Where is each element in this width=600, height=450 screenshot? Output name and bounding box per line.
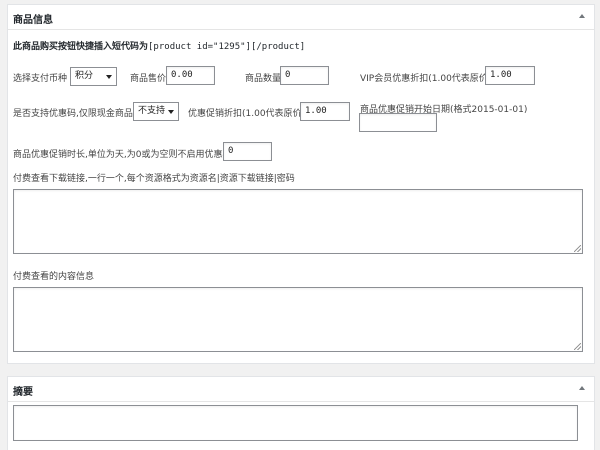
excerpt-textarea[interactable] [13, 405, 578, 441]
promo-discount-label: 优惠促销折扣(1.00代表原价) [188, 109, 306, 119]
promo-discount-input[interactable]: 1.00 [300, 102, 350, 121]
payment-currency-select[interactable]: 积分 [70, 67, 117, 86]
shortcode-line: 此商品购买按钮快捷插入短代码为[product id="1295"][/prod… [13, 39, 305, 52]
shortcode-text: 此商品购买按钮快捷插入短代码为 [13, 42, 149, 52]
triangle-up-icon[interactable] [579, 386, 585, 390]
promo-duration-input[interactable]: 0 [223, 142, 272, 161]
resize-grip-icon[interactable] [574, 343, 581, 350]
coupon-label: 是否支持优惠码,仅限现金商品 [13, 109, 133, 119]
quantity-label: 商品数量 [245, 74, 282, 84]
excerpt-title: 摘要 [13, 387, 33, 398]
price-input[interactable]: 0.00 [166, 66, 215, 85]
product-info-title: 商品信息 [13, 15, 53, 26]
shortcode-code: [product id="1295"][/product] [148, 42, 306, 52]
promo-duration-label: 商品优惠促销时长,单位为天,为0或为空则不启用优惠期 [13, 150, 232, 160]
paid-content-label: 付费查看的内容信息 [13, 272, 95, 282]
excerpt-metabox: 摘要 [7, 376, 595, 450]
chevron-down-icon [106, 75, 112, 79]
product-info-metabox: 商品信息 此商品购买按钮快捷插入短代码为[product id="1295"][… [7, 4, 595, 364]
product-info-header[interactable]: 商品信息 [8, 5, 594, 30]
paid-content-textarea[interactable] [13, 287, 583, 352]
triangle-up-icon[interactable] [579, 14, 585, 18]
payment-currency-label: 选择支付币种 [13, 74, 68, 84]
promo-start-input[interactable] [359, 113, 437, 132]
chevron-down-icon [168, 110, 174, 114]
vip-discount-input[interactable]: 1.00 [485, 66, 535, 85]
download-links-label: 付费查看下载链接,一行一个,每个资源格式为资源名|资源下载链接|密码 [13, 174, 295, 184]
quantity-input[interactable]: 0 [280, 66, 329, 85]
coupon-value: 不支持 [138, 106, 166, 116]
coupon-select[interactable]: 不支持 [133, 102, 179, 121]
payment-currency-value: 积分 [75, 71, 94, 81]
excerpt-header[interactable]: 摘要 [8, 377, 594, 402]
vip-discount-label: VIP会员优惠折扣(1.00代表原价) [360, 74, 492, 84]
resize-grip-icon[interactable] [574, 245, 581, 252]
price-label: 商品售价 [130, 74, 167, 84]
download-links-textarea[interactable] [13, 189, 583, 254]
